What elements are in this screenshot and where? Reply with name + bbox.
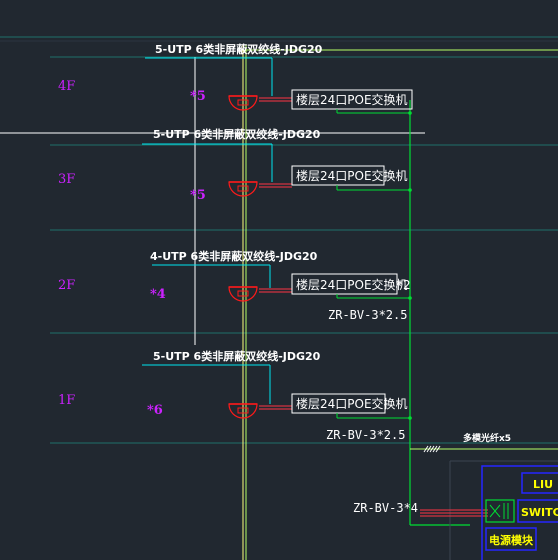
ap-count: *4 [150, 287, 166, 302]
floor-label: 4F [58, 79, 75, 94]
cad-drawing-canvas: 多模光纤x5 ZR-BV-3*4 4F 5-UTP 6类非屏蔽双绞线-JDG20… [0, 0, 558, 560]
floor-label: 3F [58, 172, 75, 187]
ap-count: *5 [190, 89, 206, 104]
riser-lines [242, 45, 558, 560]
floor-label: 1F [58, 393, 75, 408]
fiber-trunk-label: 多模光纤x5 [463, 432, 511, 444]
floor-3f: 3F 5-UTP 6类非屏蔽双绞线-JDG20 *5 楼层24口POE交换机 Z… [58, 127, 412, 322]
floor-switch-label: 楼层24口POE交换机 [296, 92, 408, 107]
cable-label: 5-UTP 6类非屏蔽双绞线-JDG20 [155, 42, 323, 56]
floor-switch-label: 楼层24口POE交换机 [296, 396, 408, 411]
floor-switch-quantity: *2 [397, 278, 411, 292]
floor-switch-label: 楼层24口POE交换机 [296, 277, 408, 292]
fiber-tick-marks [423, 445, 441, 453]
floor-power-label: ZR-BV-3*2.5 [326, 428, 405, 442]
floor-power-label: ZR-BV-3*2.5 [328, 308, 407, 322]
system-diagram: 多模光纤x5 ZR-BV-3*4 4F 5-UTP 6类非屏蔽双绞线-JDG20… [0, 36, 558, 560]
trunk-power-label: ZR-BV-3*4 [353, 501, 418, 515]
core-switch-label: SWITCH [521, 506, 558, 519]
cable-label: 5-UTP 6类非屏蔽双绞线-JDG20 [153, 349, 321, 363]
floor-label: 2F [58, 278, 75, 293]
floor-4f: 4F 5-UTP 6类非屏蔽双绞线-JDG20 *5 楼层24口POE交换机 [58, 42, 413, 115]
ap-count: *6 [147, 403, 163, 418]
patch-unit [485, 499, 515, 523]
liu-label: LIU [533, 478, 553, 491]
cable-label: 5-UTP 6类非屏蔽双绞线-JDG20 [153, 127, 321, 141]
power-module-label: 电源模块 [489, 533, 534, 547]
cable-label: 4-UTP 6类非屏蔽双绞线-JDG20 [150, 249, 318, 263]
floor-switch-label: 楼层24口POE交换机 [296, 168, 408, 183]
floor-1f: 1F 5-UTP 6类非屏蔽双绞线-JDG20 *6 楼层24口POE交换机 [58, 349, 412, 420]
ap-count: *5 [190, 188, 206, 203]
main-cabinet: LIU SWITCH 电源模块 [481, 465, 558, 560]
trunk-power-feed [420, 509, 488, 517]
